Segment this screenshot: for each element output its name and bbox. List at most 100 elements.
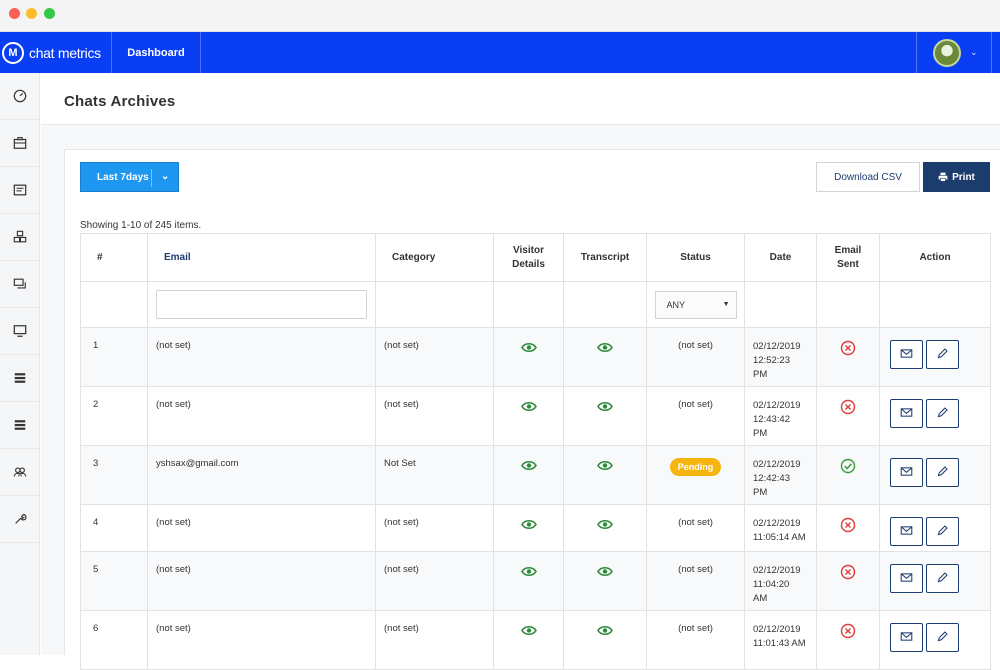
chats-table: # Email Category Visitor Details Transcri… xyxy=(80,233,991,670)
date-range-dropdown[interactable]: Last 7days ⌄ xyxy=(80,162,179,192)
print-button[interactable]: Print xyxy=(923,162,990,192)
window-titlebar xyxy=(0,0,1000,32)
send-email-button[interactable] xyxy=(890,399,923,428)
envelope-icon xyxy=(900,630,913,646)
send-email-button[interactable] xyxy=(890,340,923,369)
status-text: (not set) xyxy=(678,517,713,528)
pencil-icon xyxy=(936,524,949,540)
chevron-down-icon: ⌄ xyxy=(161,171,170,182)
results-summary: Showing 1-10 of 245 items. xyxy=(80,220,202,231)
pencil-icon xyxy=(936,406,949,422)
status-text: (not set) xyxy=(678,399,713,410)
status-text: (not set) xyxy=(678,564,713,575)
row-email: (not set) xyxy=(147,551,376,611)
pencil-icon xyxy=(936,571,949,587)
view-transcript-eye-icon[interactable] xyxy=(597,342,613,356)
row-date: 02/12/2019 11:01:43 AM xyxy=(744,610,817,670)
row-status: (not set) xyxy=(646,504,745,552)
row-date: 02/12/2019 12:52:23 PM xyxy=(744,327,817,387)
edit-button[interactable] xyxy=(926,458,959,487)
x-circle-icon xyxy=(840,399,856,418)
row-date: 02/12/2019 12:42:43 PM xyxy=(744,445,817,505)
view-transcript-eye-icon[interactable] xyxy=(597,401,613,415)
print-label: Print xyxy=(952,171,975,183)
view-visitor-details-eye-icon[interactable] xyxy=(520,519,537,533)
row-status: (not set) xyxy=(646,327,745,387)
column-header-status: Status xyxy=(646,233,745,282)
minimize-window-button[interactable] xyxy=(26,8,37,19)
list-icon xyxy=(14,373,25,383)
sidebar-item-settings[interactable] xyxy=(0,496,39,543)
column-header-action: Action xyxy=(879,233,991,282)
sidebar-item-users[interactable] xyxy=(0,449,39,496)
status-badge: Pending xyxy=(669,458,722,476)
view-transcript-eye-icon[interactable] xyxy=(597,519,613,533)
maximize-window-button[interactable] xyxy=(44,8,55,19)
nav-dashboard-link[interactable]: Dashboard xyxy=(112,32,201,73)
sidebar-item-dashboard[interactable] xyxy=(0,73,39,120)
status-filter-select[interactable]: ANY ▼ xyxy=(654,290,737,319)
edit-button[interactable] xyxy=(926,517,959,546)
edit-button[interactable] xyxy=(926,623,959,652)
row-email: (not set) xyxy=(147,386,376,446)
view-visitor-details-eye-icon[interactable] xyxy=(520,625,537,639)
table-row: 2 (not set) (not set) (not set) 02/12/2019 12… xyxy=(80,386,991,446)
x-circle-icon xyxy=(840,564,856,583)
view-transcript-eye-icon[interactable] xyxy=(597,625,613,639)
monitor-icon xyxy=(13,325,26,337)
column-header-visitor-details: Visitor Details xyxy=(493,233,564,282)
page-title: Chats Archives xyxy=(64,93,176,110)
email-filter-input[interactable] xyxy=(156,290,367,319)
speedometer-icon xyxy=(13,89,26,103)
edit-button[interactable] xyxy=(926,340,959,369)
x-circle-icon xyxy=(840,623,856,642)
row-email: (not set) xyxy=(147,327,376,387)
sidebar-item-monitor[interactable] xyxy=(0,308,39,355)
column-header-transcript: Transcript xyxy=(563,233,647,282)
edit-button[interactable] xyxy=(926,564,959,593)
chat-bubbles-icon xyxy=(13,278,26,289)
table-row: 5 (not set) (not set) (not set) 02/12/2019 11… xyxy=(80,551,991,611)
column-header-category: Category xyxy=(375,233,494,282)
row-status: (not set) xyxy=(646,610,745,670)
row-status: (not set) xyxy=(646,551,745,611)
send-email-button[interactable] xyxy=(890,564,923,593)
row-category: (not set) xyxy=(375,504,494,552)
download-csv-button[interactable]: Download CSV xyxy=(816,162,920,192)
brand-logo-icon: M xyxy=(2,41,24,64)
table-header-row: # Email Category Visitor Details Transcri… xyxy=(80,233,991,282)
close-window-button[interactable] xyxy=(9,8,20,19)
send-email-button[interactable] xyxy=(890,458,923,487)
row-category: (not set) xyxy=(375,610,494,670)
sidebar-item-forms[interactable] xyxy=(0,167,39,214)
row-status: (not set) xyxy=(646,386,745,446)
printer-icon xyxy=(938,172,948,182)
envelope-icon xyxy=(900,571,913,587)
row-email: yshsax@gmail.com xyxy=(147,445,376,505)
sidebar-item-briefcase[interactable] xyxy=(0,120,39,167)
view-visitor-details-eye-icon[interactable] xyxy=(520,460,537,474)
sidebar-item-list-1[interactable] xyxy=(0,355,39,402)
sidebar-item-cubes[interactable] xyxy=(0,214,39,261)
row-category: (not set) xyxy=(375,386,494,446)
sidebar-item-list-2[interactable] xyxy=(0,402,39,449)
column-header-email[interactable]: Email xyxy=(147,233,376,282)
row-date: 02/12/2019 12:43:42 PM xyxy=(744,386,817,446)
chevron-down-icon: ⌄ xyxy=(970,47,978,57)
edit-button[interactable] xyxy=(926,399,959,428)
send-email-button[interactable] xyxy=(890,517,923,546)
view-visitor-details-eye-icon[interactable] xyxy=(520,566,537,580)
user-menu[interactable]: ⌄ xyxy=(916,32,992,73)
view-transcript-eye-icon[interactable] xyxy=(597,566,613,580)
table-row: 4 (not set) (not set) (not set) 02/12/2019 11… xyxy=(80,504,991,552)
view-transcript-eye-icon[interactable] xyxy=(597,460,613,474)
view-visitor-details-eye-icon[interactable] xyxy=(520,342,537,356)
view-visitor-details-eye-icon[interactable] xyxy=(520,401,537,415)
row-number: 3 xyxy=(80,445,148,505)
brand-logo-link[interactable]: M chat metrics xyxy=(0,32,112,73)
x-circle-icon xyxy=(840,517,856,536)
sidebar xyxy=(0,73,40,655)
sidebar-item-chats[interactable] xyxy=(0,261,39,308)
column-header-date: Date xyxy=(744,233,817,282)
send-email-button[interactable] xyxy=(890,623,923,652)
